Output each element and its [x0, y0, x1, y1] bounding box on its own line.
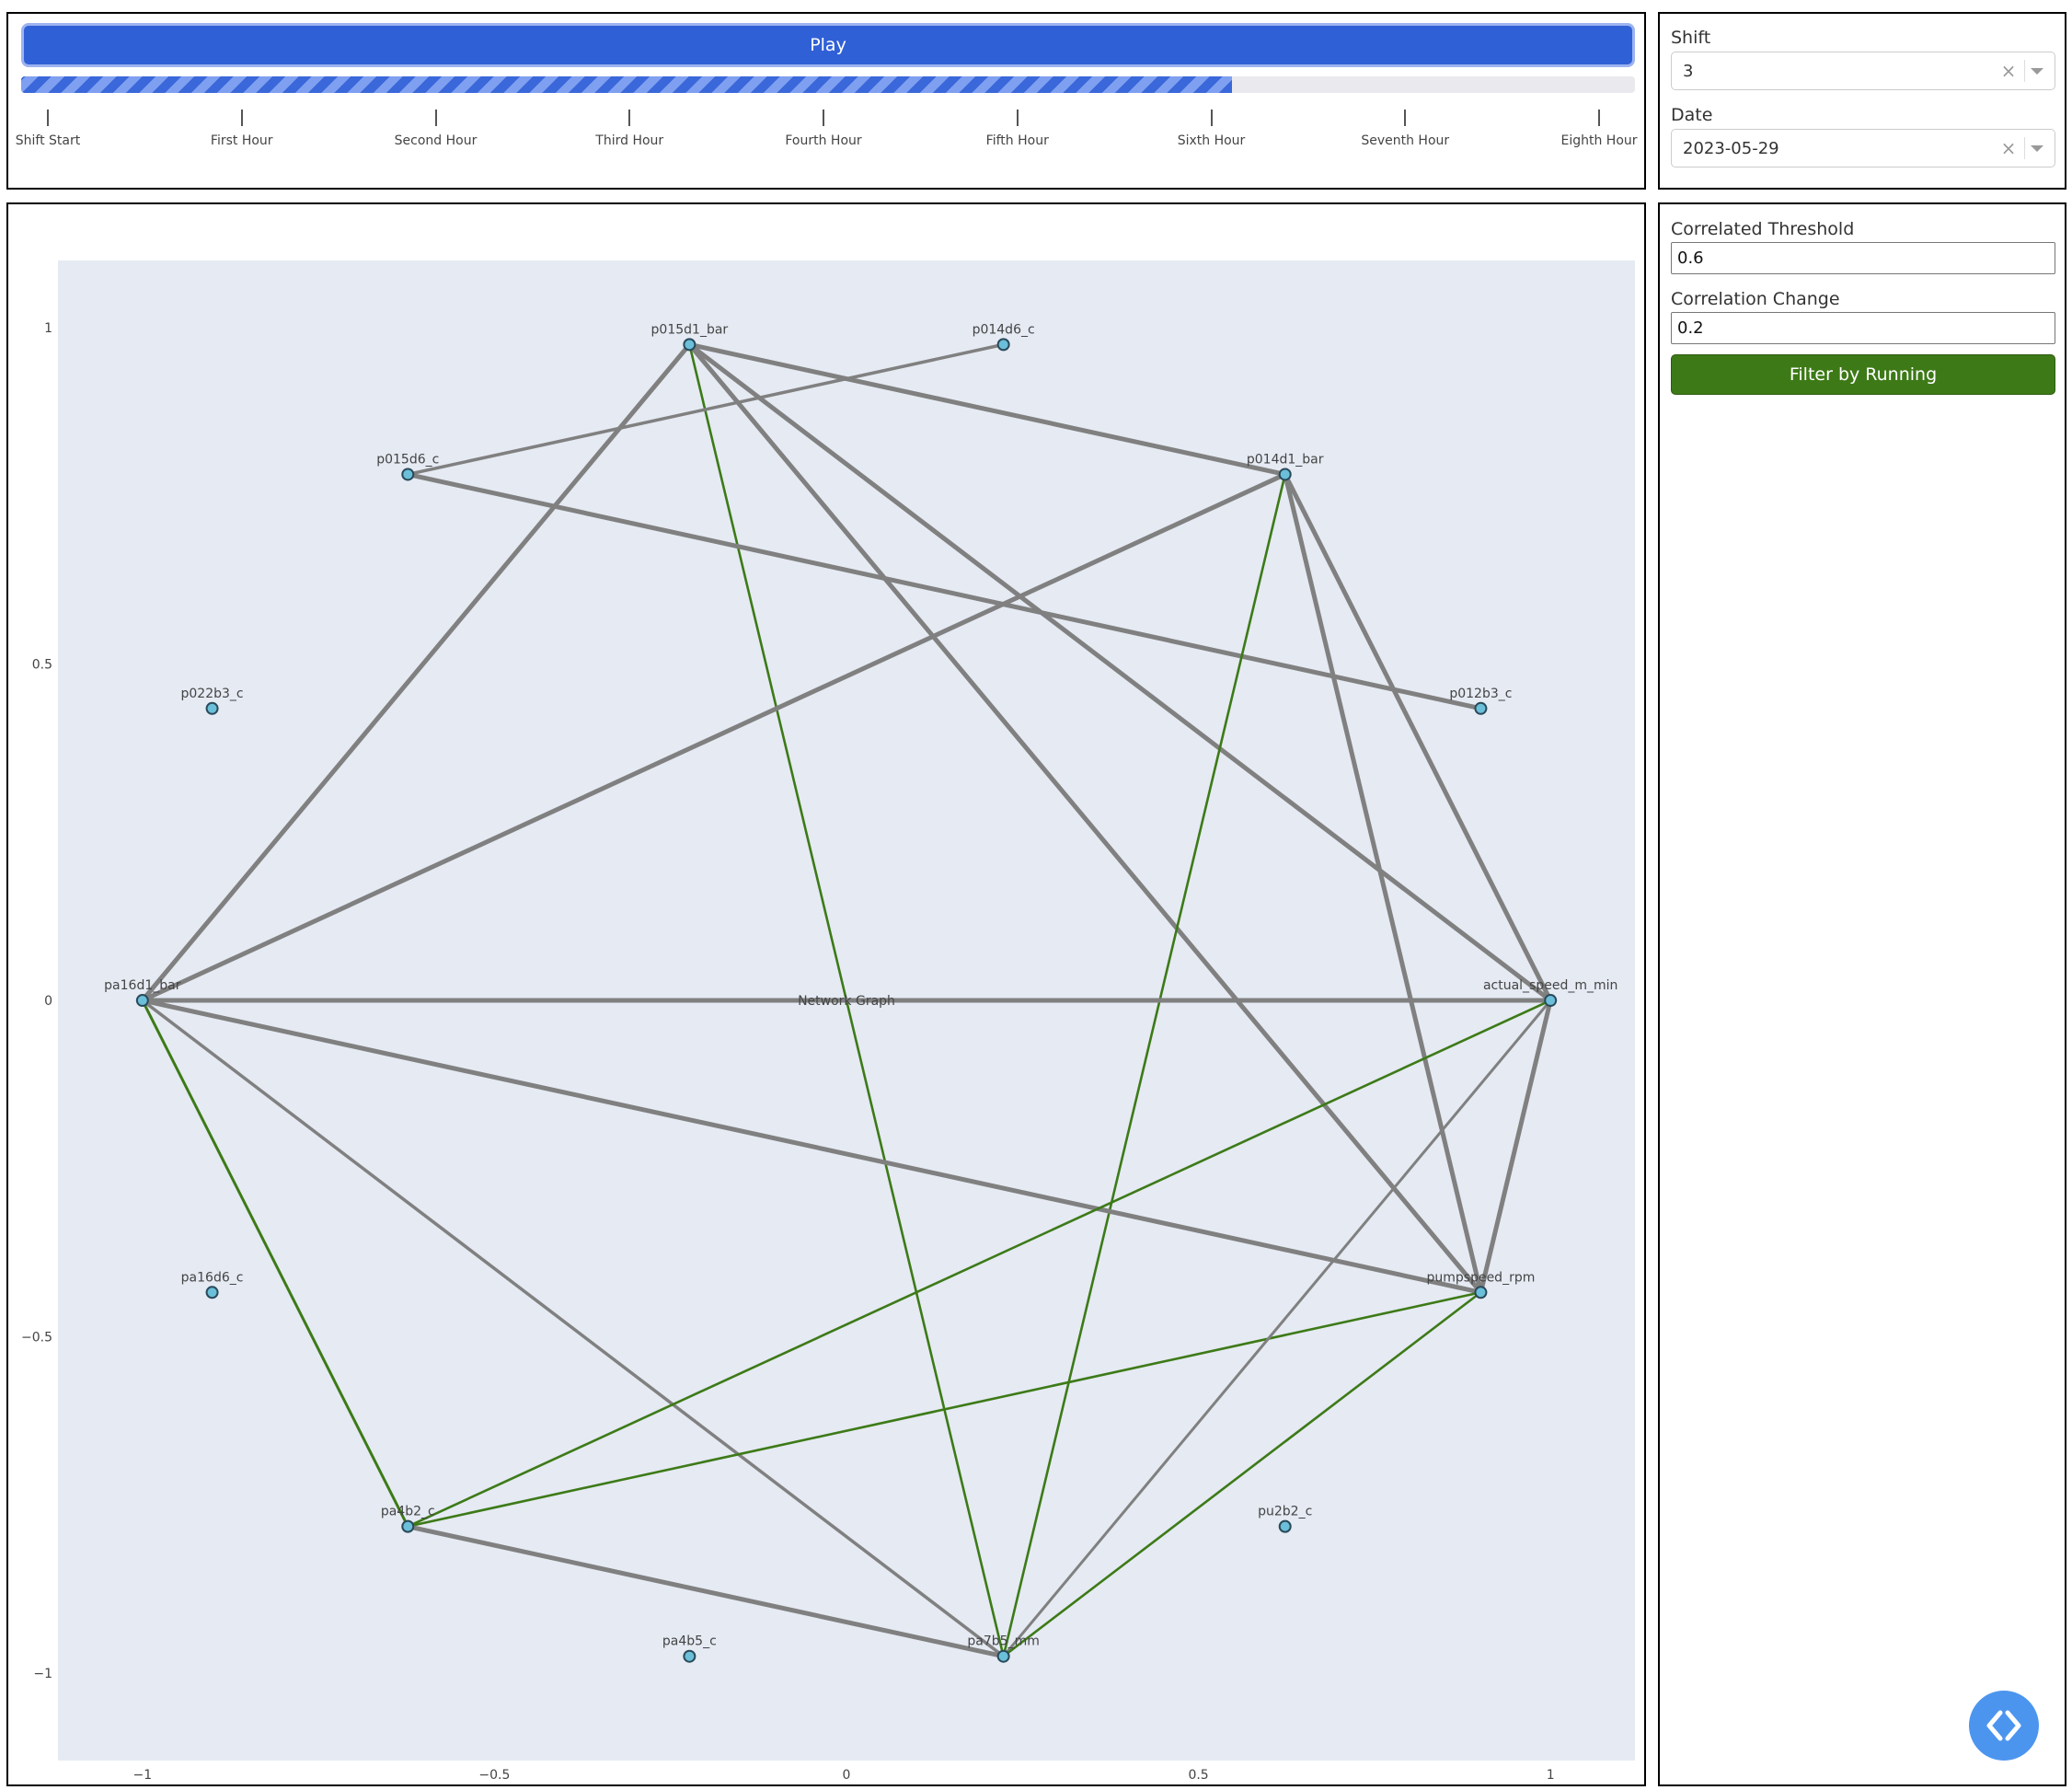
dropdown-separator	[2024, 137, 2025, 159]
graph-node-label: pa4b2_c	[381, 1505, 435, 1519]
graph-node[interactable]	[401, 468, 415, 481]
network-graph-panel: −1 −0.5 0 0.5 1 1 0.5 0 −0.5 −1 Network Graph actua…	[6, 202, 1646, 1786]
graph-node[interactable]	[996, 338, 1010, 352]
timeline-tick-mark	[1016, 110, 1019, 126]
timeline-tick-mark	[823, 110, 824, 126]
code-icon	[1986, 1710, 2021, 1741]
chevron-down-icon[interactable]	[2031, 144, 2043, 152]
graph-node-label: actual_speed_m_min	[1483, 978, 1617, 993]
progress-bar[interactable]	[21, 76, 1635, 93]
graph-node-label: p014d1_bar	[1247, 452, 1324, 467]
correlation-change-input[interactable]	[1671, 312, 2055, 344]
graph-node[interactable]	[683, 338, 696, 352]
graph-node-label: pumpspeed_rpm	[1426, 1270, 1535, 1285]
filter-by-running-button[interactable]: Filter by Running	[1671, 354, 2055, 395]
graph-node[interactable]	[996, 1649, 1010, 1663]
timeline-tick-mark	[1598, 110, 1600, 126]
filters-panel: Correlated Threshold Correlation Change …	[1658, 202, 2066, 1786]
graph-node[interactable]	[205, 701, 219, 715]
timeline-tick-mark	[1404, 110, 1407, 126]
graph-node[interactable]	[683, 1649, 696, 1663]
progress-bar-fill	[21, 76, 1232, 93]
timeline-tick-mark	[628, 110, 631, 126]
graph-node-label: pu2b2_c	[1258, 1505, 1312, 1519]
graph-node[interactable]	[1544, 994, 1558, 1008]
graph-node-label: pa7b5_mm	[967, 1634, 1039, 1649]
timeline-tick-label: Shift Start	[15, 133, 81, 148]
player-panel: Play Shift Start First Hour Second Hour Thi…	[6, 12, 1646, 190]
graph-node[interactable]	[1474, 1286, 1488, 1299]
graph-node-label: pa4b5_c	[662, 1634, 717, 1649]
graph-node-label: pa16d6_c	[181, 1270, 244, 1285]
x-tick-label: 0	[843, 1768, 851, 1783]
graph-node-label: p014d6_c	[973, 322, 1035, 337]
y-tick-label: −0.5	[21, 1331, 52, 1345]
timeline-tick-mark	[240, 110, 243, 126]
x-tick-label: −1	[133, 1768, 153, 1783]
graph-title: Network Graph	[798, 994, 895, 1009]
timeline-tick-label: Third Hour	[595, 133, 664, 148]
y-tick-label: 0.5	[32, 658, 52, 673]
graph-node-label: pa16d1_bar	[104, 978, 181, 993]
network-graph[interactable]: −1 −0.5 0 0.5 1 1 0.5 0 −0.5 −1 Network Graph actua…	[8, 204, 1644, 1784]
shift-label: Shift	[1671, 28, 1711, 48]
date-dropdown[interactable]: 2023-05-29 ×	[1671, 129, 2055, 167]
timeline-tick-label: First Hour	[210, 133, 273, 148]
timeline-tick-label: Seventh Hour	[1361, 133, 1450, 148]
graph-node[interactable]	[401, 1519, 415, 1533]
date-dropdown-value: 2023-05-29	[1683, 138, 1779, 158]
y-tick-label: 0	[44, 994, 52, 1009]
graph-node-label: p012b3_c	[1449, 687, 1512, 701]
shift-dropdown-value: 3	[1683, 61, 1694, 81]
correlated-threshold-input[interactable]	[1671, 242, 2055, 274]
clear-icon[interactable]: ×	[1998, 137, 2019, 159]
timeline-tick-label: Eighth Hour	[1560, 133, 1638, 148]
play-button[interactable]: Play	[21, 23, 1635, 67]
y-tick-label: 1	[44, 321, 52, 336]
graph-node[interactable]	[205, 1286, 219, 1299]
code-toggle-button[interactable]	[1969, 1691, 2039, 1761]
timeline-tick-label: Sixth Hour	[1177, 133, 1246, 148]
x-tick-label: 1	[1547, 1768, 1555, 1783]
graph-node[interactable]	[1474, 701, 1488, 715]
graph-node[interactable]	[135, 994, 149, 1008]
date-label: Date	[1671, 105, 1713, 125]
timeline-tick-label: Fourth Hour	[785, 133, 862, 148]
x-tick-label: −0.5	[478, 1768, 510, 1783]
graph-node-label: p022b3_c	[181, 687, 244, 701]
correlated-threshold-label: Correlated Threshold	[1671, 219, 1855, 239]
selectors-panel: Shift 3 × Date 2023-05-29 ×	[1658, 12, 2066, 190]
timeline-tick-label: Fifth Hour	[985, 133, 1049, 148]
timeline-tick-mark	[47, 110, 49, 126]
graph-node-label: p015d1_bar	[651, 322, 729, 337]
graph-node[interactable]	[1278, 1519, 1292, 1533]
timeline-tick-mark	[1210, 110, 1213, 126]
dropdown-separator	[2024, 60, 2025, 82]
x-tick-label: 0.5	[1188, 1768, 1208, 1783]
timeline-tick-label: Second Hour	[394, 133, 478, 148]
shift-dropdown[interactable]: 3 ×	[1671, 52, 2055, 90]
graph-node[interactable]	[1278, 468, 1292, 481]
y-tick-label: −1	[33, 1667, 52, 1681]
correlation-change-label: Correlation Change	[1671, 289, 1840, 309]
graph-node-label: p015d6_c	[376, 452, 439, 467]
timeline-tick-mark	[434, 110, 437, 126]
chevron-down-icon[interactable]	[2031, 67, 2043, 75]
clear-icon[interactable]: ×	[1998, 60, 2019, 82]
